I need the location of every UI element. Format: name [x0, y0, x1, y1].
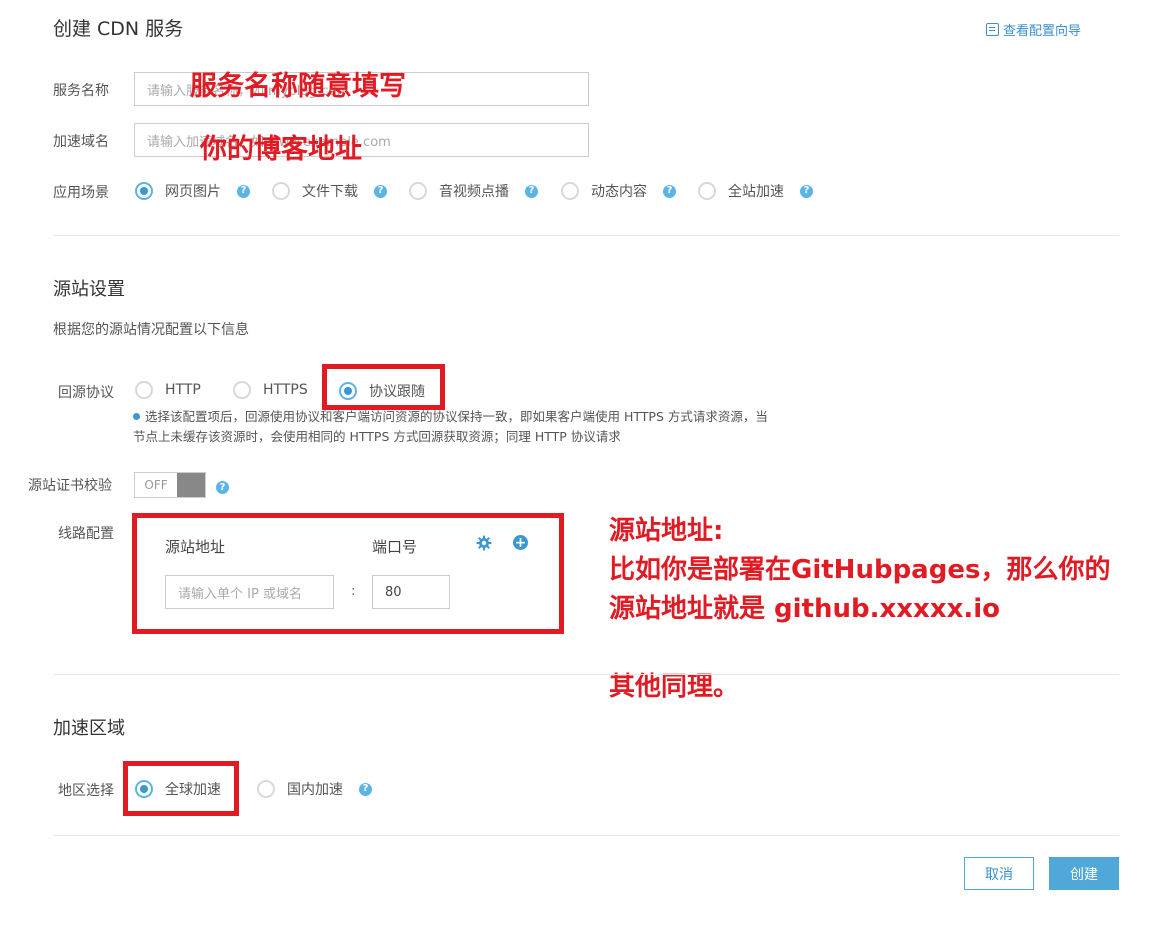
service-name-label: 服务名称: [53, 83, 109, 99]
origin-section-title: 源站设置: [53, 279, 125, 300]
region-label: 地区选择: [58, 783, 114, 799]
region-option-domestic[interactable]: 国内加速 ?: [257, 779, 372, 799]
radio-icon: [272, 182, 290, 200]
cancel-button[interactable]: 取消: [964, 857, 1034, 890]
scene-option-web-image[interactable]: 网页图片 ?: [135, 181, 250, 201]
col-origin-address: 源站地址: [165, 538, 226, 556]
radio-icon: [135, 381, 153, 399]
scene-option-video-vod[interactable]: 音视频点播 ?: [409, 181, 538, 201]
radio-icon: [409, 182, 427, 200]
highlight-box-route: [132, 513, 564, 634]
origin-address-input[interactable]: 请输入单个 IP 或域名: [165, 575, 334, 609]
annotation-domain-hint: 你的博客地址: [200, 134, 362, 165]
route-label: 线路配置: [58, 526, 114, 542]
origin-subtitle: 根据您的源站情况配置以下信息: [53, 322, 249, 338]
radio-selected-icon: [135, 182, 153, 200]
create-button[interactable]: 创建: [1049, 857, 1119, 890]
help-icon[interactable]: ?: [663, 184, 676, 198]
domain-label: 加速域名: [53, 134, 109, 150]
protocol-label: 回源协议: [58, 385, 114, 401]
radio-icon: [698, 182, 716, 200]
scene-option-file-download[interactable]: 文件下载 ?: [272, 181, 387, 201]
port-input[interactable]: 80: [372, 575, 450, 609]
help-icon[interactable]: ?: [237, 184, 250, 198]
help-icon[interactable]: ?: [359, 782, 372, 796]
bullet-icon: [133, 413, 140, 420]
divider: [53, 835, 1119, 836]
config-guide-label: 查看配置向导: [1003, 24, 1082, 39]
help-icon[interactable]: ?: [216, 481, 229, 494]
radio-icon: [561, 182, 579, 200]
toggle-knob: [177, 473, 205, 497]
scene-option-dynamic[interactable]: 动态内容 ?: [561, 181, 676, 201]
col-port: 端口号: [372, 538, 418, 556]
protocol-note: 选择该配置项后，回源使用协议和客户端访问资源的协议保持一致，即如果客户端使用 H…: [133, 409, 768, 444]
help-icon[interactable]: ?: [374, 184, 387, 198]
protocol-option-follow[interactable]: 协议跟随: [339, 381, 425, 401]
protocol-option-https[interactable]: HTTPS: [233, 381, 308, 399]
protocol-option-http[interactable]: HTTP: [135, 381, 201, 399]
radio-icon: [233, 381, 251, 399]
cert-check-toggle[interactable]: OFF: [134, 472, 206, 498]
add-route-icon[interactable]: +: [513, 535, 528, 550]
annotation-origin-hint: 源站地址: 比如你是部署在GitHubpages，那么你的 源站地址就是 git…: [609, 516, 1111, 702]
annotation-name-hint: 服务名称随意填写: [190, 71, 406, 102]
gear-icon[interactable]: [476, 535, 492, 551]
help-icon[interactable]: ?: [525, 184, 538, 198]
page-title: 创建 CDN 服务: [53, 18, 184, 40]
scene-option-full-site[interactable]: 全站加速 ?: [698, 181, 813, 201]
region-section-title: 加速区域: [53, 718, 125, 739]
scene-label: 应用场景: [53, 185, 109, 201]
divider: [53, 235, 1119, 236]
region-option-global[interactable]: 全球加速: [135, 779, 221, 799]
radio-icon: [257, 780, 275, 798]
cert-check-label: 源站证书校验: [28, 478, 112, 494]
document-icon: [986, 23, 999, 36]
divider: [53, 674, 1119, 675]
help-icon[interactable]: ?: [800, 184, 813, 198]
config-guide-link[interactable]: 查看配置向导: [986, 20, 1081, 39]
radio-selected-icon: [135, 780, 153, 798]
port-separator: :: [351, 584, 356, 599]
radio-selected-icon: [339, 382, 357, 400]
